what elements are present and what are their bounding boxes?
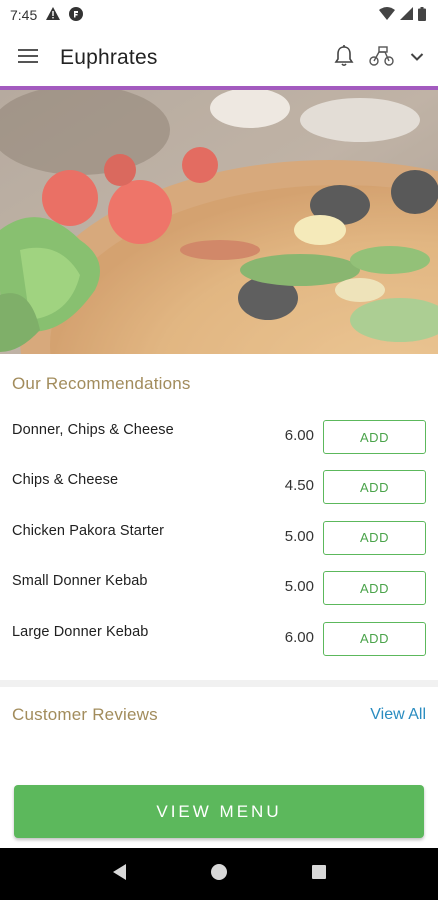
home-icon[interactable] (210, 863, 228, 886)
item-price: 5.00 (284, 527, 314, 545)
app-notification-icon (69, 6, 84, 24)
back-icon[interactable] (111, 863, 127, 886)
status-bar: 7:45 (0, 0, 438, 30)
list-item: Chicken Pakora Starter 5.00 ADD (12, 520, 426, 571)
item-name: Chicken Pakora Starter (12, 522, 165, 539)
item-name: Chips & Cheese (12, 472, 119, 489)
battery-icon (418, 6, 426, 24)
list-item: Large Donner Kebab 6.00 ADD (12, 621, 426, 672)
item-name: Donner, Chips & Cheese (12, 422, 174, 438)
add-button[interactable]: ADD (323, 420, 426, 454)
wifi-icon (379, 7, 395, 23)
view-menu-button[interactable]: VIEW MENU (14, 785, 424, 838)
status-time: 7:45 (10, 7, 38, 23)
item-price: 4.50 (284, 477, 314, 495)
cta-container: VIEW MENU (14, 785, 424, 838)
list-item: Donner, Chips & Cheese 6.00 ADD (12, 420, 426, 470)
add-button[interactable]: ADD (323, 571, 426, 606)
recommendations-section: Our Recommendations Donner, Chips & Chee… (0, 354, 438, 672)
add-button[interactable]: ADD (323, 470, 426, 505)
chevron-down-icon[interactable] (410, 49, 424, 67)
item-price: 5.00 (284, 578, 314, 596)
signal-icon (400, 7, 413, 23)
system-nav-bar (0, 848, 438, 900)
item-price: 6.00 (284, 628, 314, 646)
menu-icon[interactable] (18, 48, 38, 69)
bell-icon[interactable] (334, 44, 354, 72)
add-button[interactable]: ADD (323, 621, 426, 656)
recommendations-title: Our Recommendations (12, 374, 191, 393)
scooter-icon[interactable] (368, 45, 396, 71)
app-bar: Euphrates (0, 30, 438, 86)
item-name: Large Donner Kebab (12, 623, 149, 640)
recents-icon[interactable] (311, 864, 327, 885)
hero-pizza-image (0, 90, 438, 354)
reviews-section: Customer Reviews View All (0, 687, 438, 755)
list-item: Small Donner Kebab 5.00 ADD (12, 571, 426, 621)
recommendations-list: Donner, Chips & Cheese 6.00 ADD Chips & … (12, 420, 426, 672)
item-price: 6.00 (284, 427, 314, 444)
section-divider (0, 679, 438, 687)
view-all-link[interactable]: View All (370, 706, 426, 724)
add-button[interactable]: ADD (323, 520, 426, 555)
list-item: Chips & Cheese 4.50 ADD (12, 470, 426, 520)
alert-icon (46, 7, 61, 23)
item-name: Small Donner Kebab (12, 573, 148, 590)
app-title: Euphrates (60, 46, 158, 69)
reviews-title: Customer Reviews (12, 704, 158, 724)
